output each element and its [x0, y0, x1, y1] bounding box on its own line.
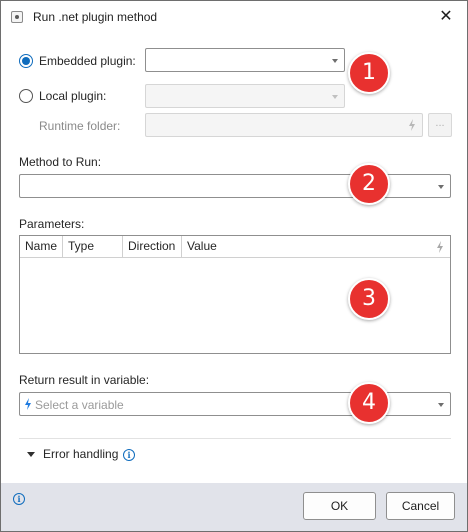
ok-button[interactable]: OK	[303, 492, 376, 520]
column-header-type[interactable]: Type	[63, 236, 123, 257]
return-result-label: Return result in variable:	[19, 373, 150, 387]
error-handling-label: Error handling	[43, 447, 119, 461]
local-plugin-label: Local plugin:	[39, 89, 107, 103]
embedded-plugin-label: Embedded plugin:	[39, 54, 136, 68]
local-plugin-radio[interactable]	[19, 89, 33, 103]
variable-bolt-icon	[409, 119, 415, 131]
chevron-down-icon	[438, 403, 444, 407]
callout-badge-1: 1	[348, 52, 390, 94]
variable-bolt-icon	[437, 241, 443, 253]
dialog-window: Run .net plugin method ✕ Embedded plugin…	[0, 0, 468, 532]
section-divider	[19, 438, 451, 439]
embedded-plugin-dropdown[interactable]	[145, 48, 345, 72]
chevron-down-icon	[438, 185, 444, 189]
info-icon[interactable]: i	[123, 449, 135, 461]
method-to-run-label: Method to Run:	[19, 155, 102, 169]
local-plugin-dropdown[interactable]	[145, 84, 345, 108]
plugin-icon	[11, 11, 23, 23]
column-header-direction[interactable]: Direction	[123, 236, 182, 257]
callout-badge-3: 3	[348, 278, 390, 320]
column-header-name[interactable]: Name	[20, 236, 63, 257]
variable-bolt-icon	[25, 398, 31, 410]
chevron-down-icon	[332, 95, 338, 99]
chevron-down-icon	[332, 59, 338, 63]
cancel-button[interactable]: Cancel	[386, 492, 455, 520]
callout-badge-2: 2	[348, 163, 390, 205]
expand-caret-icon	[27, 452, 35, 457]
runtime-folder-label: Runtime folder:	[39, 119, 121, 133]
callout-badge-4: 4	[348, 382, 390, 424]
runtime-folder-input[interactable]	[145, 113, 423, 137]
info-icon[interactable]: i	[13, 493, 25, 505]
close-button[interactable]: ✕	[433, 5, 459, 29]
parameters-label: Parameters:	[19, 217, 85, 231]
column-header-value[interactable]: Value	[182, 236, 450, 257]
dialog-title: Run .net plugin method	[33, 10, 158, 24]
title-bar: Run .net plugin method ✕	[1, 1, 467, 33]
parameters-table-header: Name Type Direction Value	[20, 236, 450, 258]
return-variable-placeholder: Select a variable	[35, 398, 124, 412]
embedded-plugin-radio[interactable]	[19, 54, 33, 68]
browse-folder-button[interactable]: ...	[428, 113, 452, 137]
